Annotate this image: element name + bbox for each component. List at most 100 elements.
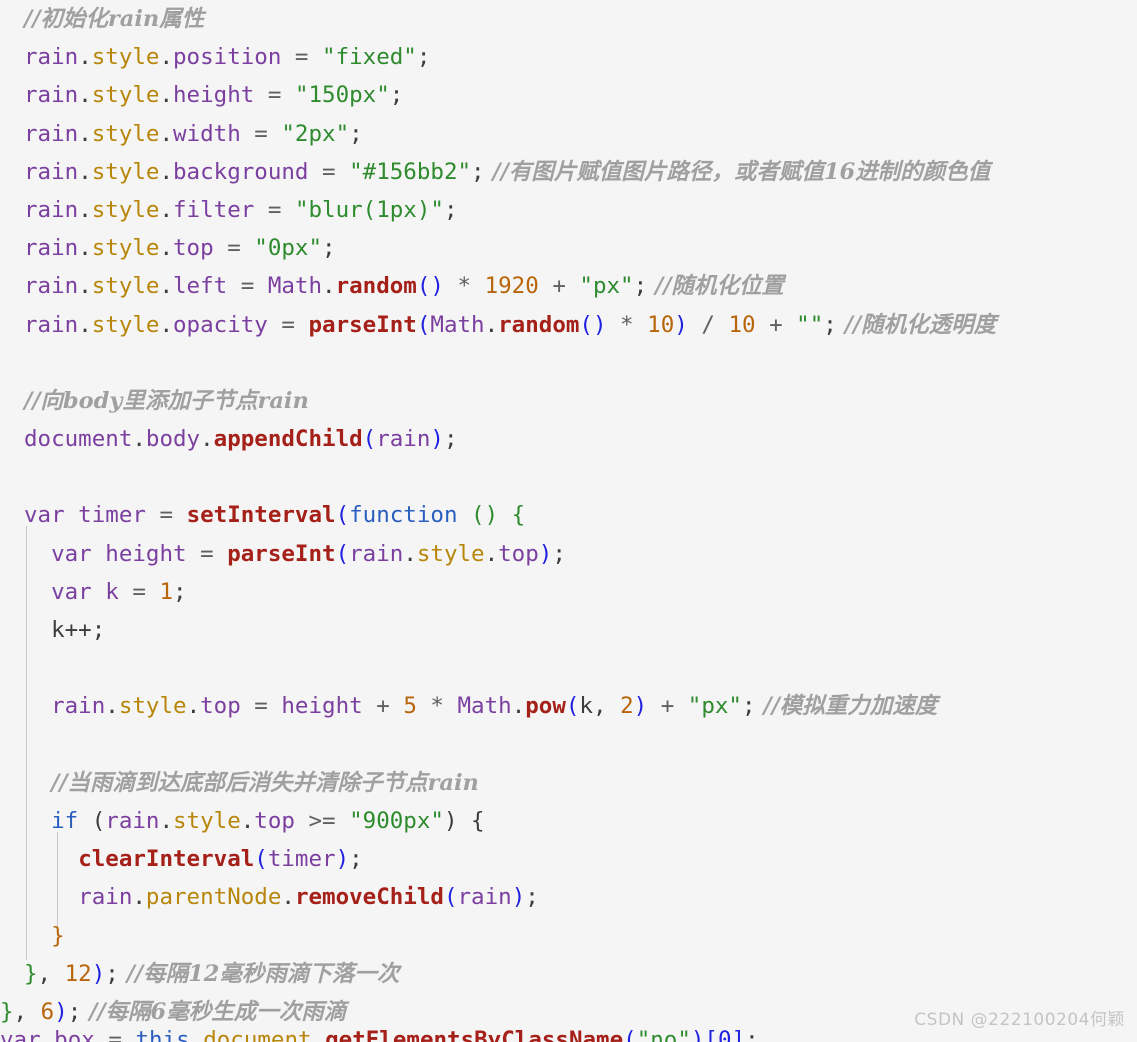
token-string: "#156bb2"	[349, 158, 472, 185]
token-paren: )	[538, 540, 553, 567]
token-argument: rain	[376, 426, 431, 453]
token-paren: )	[91, 960, 106, 987]
token-index: [0]	[704, 1028, 746, 1042]
token-string: "px"	[579, 273, 634, 300]
token-paren: )	[430, 426, 444, 453]
token-object: rain	[24, 82, 79, 109]
token-operator: +	[538, 273, 580, 300]
token-operator: =	[145, 502, 187, 529]
token-dot: .	[484, 311, 499, 338]
token-dot: .	[240, 807, 255, 834]
token-object: rain	[78, 884, 133, 911]
token-keyword: var	[0, 1028, 41, 1042]
token-operator: +	[362, 693, 404, 720]
token-property: style	[91, 82, 160, 109]
code-line: rain.style.width = "2px";	[0, 115, 1137, 153]
code-comment: //初始化rain属性	[24, 6, 205, 32]
code-line-clipped-container: var box = this.document.getElementsByCla…	[0, 1028, 1137, 1042]
token-function: getElementsByClassName	[325, 1028, 624, 1042]
token-keyword: this	[135, 1028, 190, 1042]
token-argument: k	[579, 693, 593, 720]
token-brace: }	[51, 922, 65, 949]
token-dot: .	[159, 311, 174, 338]
code-line: var timer = setInterval(function () {	[0, 496, 1137, 534]
token-number: 12	[64, 960, 92, 987]
token-paren: )	[511, 884, 526, 911]
token-number: 1920	[484, 273, 539, 300]
token-dot: .	[159, 807, 174, 834]
code-editor-pane: //初始化rain属性 rain.style.position = "fixed…	[0, 0, 1137, 1042]
token-identifier: timer	[64, 502, 146, 529]
token-identifier: k	[91, 578, 119, 605]
token-paren: (	[254, 846, 268, 873]
token-paren: (	[416, 311, 431, 338]
token-function: random	[498, 311, 580, 338]
token-operator: =	[240, 120, 282, 147]
code-line: //向body里添加子节点rain	[0, 382, 1137, 420]
token-dot: .	[159, 273, 174, 300]
token-dot: .	[311, 1028, 326, 1042]
token-semicolon: ;	[67, 998, 82, 1025]
token-object: rain	[24, 273, 79, 300]
token-dot: .	[200, 426, 214, 453]
token-semicolon: ;	[91, 617, 106, 643]
token-property: background	[173, 158, 309, 185]
token-comma: ,	[37, 960, 65, 987]
token-keyword: var	[24, 502, 65, 529]
token-brace: {	[457, 807, 485, 834]
token-argument: rain	[457, 884, 512, 911]
token-object: rain	[105, 807, 160, 834]
token-function: setInterval	[186, 502, 336, 529]
token-property: top	[173, 235, 214, 262]
token-property: style	[91, 120, 160, 147]
token-operator: +	[647, 693, 688, 720]
code-line: document.body.appendChild(rain);	[0, 420, 1137, 458]
token-dot: .	[511, 693, 526, 720]
token-operator: *	[443, 273, 485, 300]
token-dot: .	[78, 120, 92, 147]
token-operator: =	[281, 44, 323, 71]
token-keyword: var	[51, 578, 92, 605]
token-semicolon: ;	[389, 82, 404, 109]
token-keyword: var	[51, 540, 92, 567]
token-dot: .	[78, 235, 92, 262]
csdn-watermark: CSDN @222100204何颖	[914, 1010, 1125, 1030]
token-paren: (	[443, 884, 458, 911]
token-operator: =	[94, 1028, 136, 1042]
token-property: body	[145, 426, 201, 453]
token-operator: =	[227, 273, 268, 300]
token-object: Math	[457, 693, 512, 720]
token-function: parseInt	[308, 311, 417, 338]
token-semicolon: ;	[173, 578, 187, 605]
token-dot: .	[105, 693, 119, 720]
token-identifier: height	[91, 540, 187, 567]
code-line: rain.parentNode.removeChild(rain);	[0, 878, 1137, 916]
token-dot: .	[159, 235, 174, 262]
code-comment: //有图片赋值图片路径，或者赋值16进制的颜色值	[484, 158, 991, 185]
token-function: parseInt	[227, 540, 336, 567]
token-function: removeChild	[294, 884, 444, 911]
token-operator: =	[213, 235, 255, 262]
token-dot: .	[78, 44, 92, 71]
token-operator: =	[308, 158, 350, 185]
token-operator: =	[254, 196, 295, 223]
code-line: }	[0, 917, 1137, 955]
token-brace: {	[498, 502, 526, 529]
token-semicolon: ;	[552, 540, 566, 567]
token-comma: ,	[592, 693, 621, 720]
token-paren: ()	[579, 311, 607, 338]
token-object: Math	[267, 273, 323, 300]
token-function: clearInterval	[78, 846, 255, 873]
token-property: position	[173, 44, 282, 71]
code-line: rain.style.top = "0px";	[0, 229, 1137, 267]
token-string: "0px"	[254, 235, 323, 262]
